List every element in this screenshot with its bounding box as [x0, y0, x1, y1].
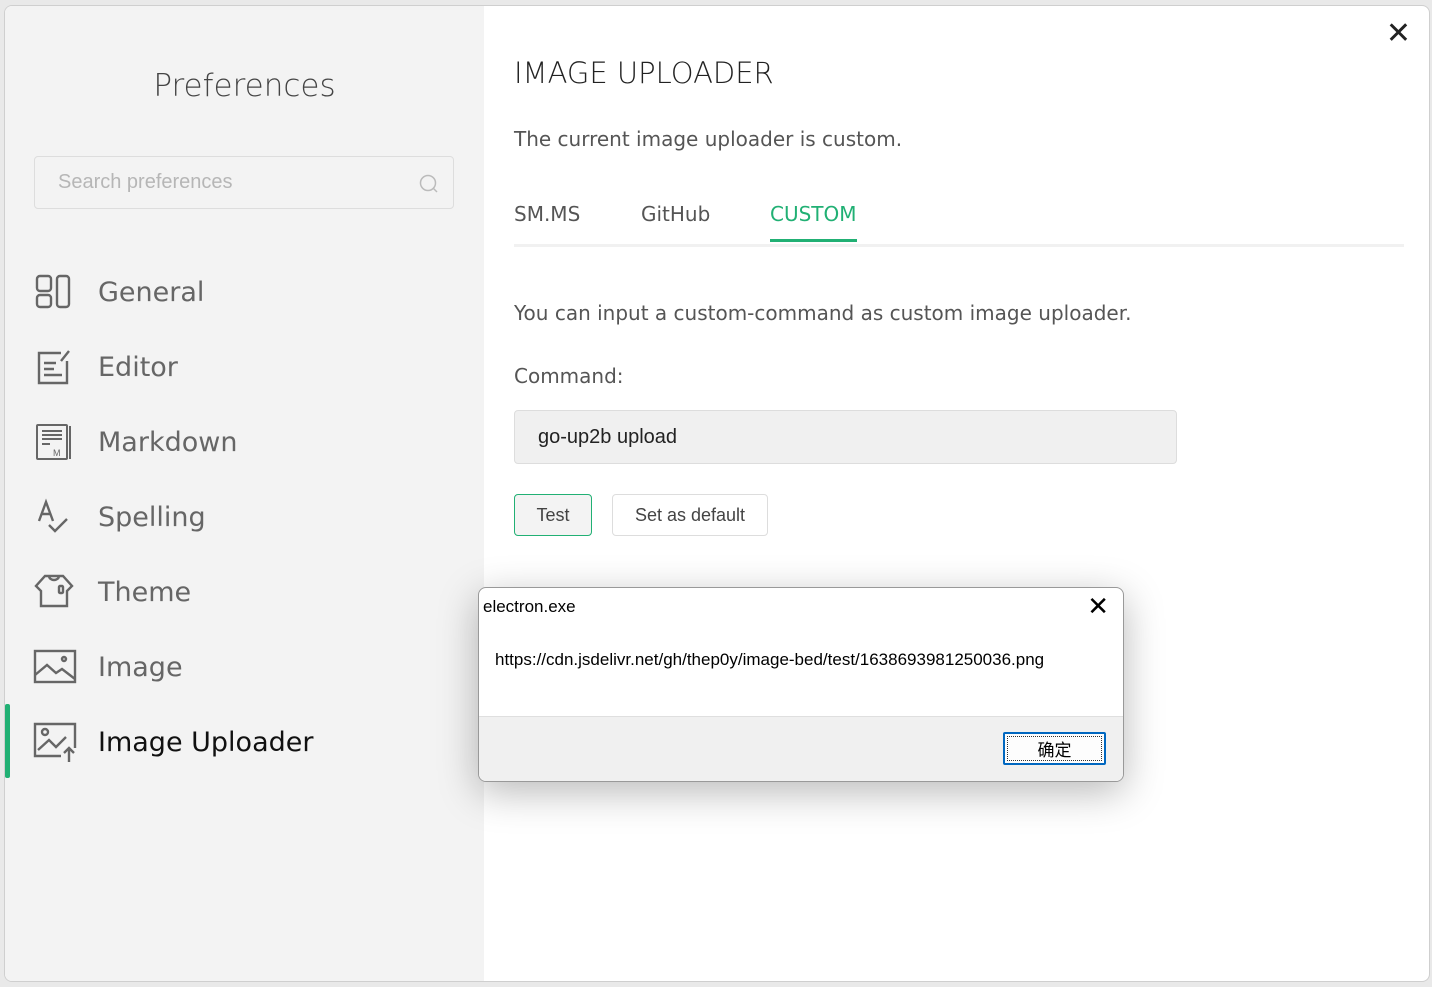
- test-button[interactable]: Test: [514, 494, 592, 536]
- sidebar: Preferences General Editor M Markdown Sp…: [5, 6, 484, 981]
- main-panel: ✕ IMAGE UPLOADER The current image uploa…: [484, 6, 1429, 981]
- search-input[interactable]: [35, 157, 395, 208]
- message-dialog: electron.exe ✕ https://cdn.jsdelivr.net/…: [478, 587, 1124, 782]
- search-icon: [419, 174, 438, 193]
- tab-smms[interactable]: SM.MS: [514, 202, 580, 239]
- current-uploader-text: The current image uploader is custom.: [514, 127, 903, 151]
- svg-text:M: M: [53, 448, 61, 458]
- page-title: IMAGE UPLOADER: [514, 56, 774, 90]
- sidebar-item-image-uploader[interactable]: Image Uploader: [5, 704, 484, 778]
- sidebar-item-general[interactable]: General: [5, 262, 484, 322]
- dialog-title: electron.exe: [483, 597, 576, 616]
- sidebar-item-label: Image Uploader: [98, 726, 314, 758]
- tab-github[interactable]: GitHub: [641, 202, 710, 239]
- sidebar-item-label: Image: [98, 651, 183, 683]
- sidebar-item-theme[interactable]: Theme: [5, 562, 484, 622]
- image-icon: [33, 649, 77, 684]
- preferences-window: Preferences General Editor M Markdown Sp…: [4, 5, 1430, 982]
- sidebar-item-label: Spelling: [98, 501, 206, 533]
- sidebar-item-markdown[interactable]: M Markdown: [5, 412, 484, 472]
- general-icon: [35, 274, 71, 309]
- sidebar-title: Preferences: [153, 68, 336, 104]
- spelling-icon: [37, 498, 68, 533]
- dialog-close-icon[interactable]: ✕: [1087, 591, 1109, 622]
- sidebar-item-spelling[interactable]: Spelling: [5, 487, 484, 547]
- sidebar-item-image[interactable]: Image: [5, 637, 484, 697]
- sidebar-item-label: Theme: [98, 576, 192, 608]
- editor-icon: [37, 350, 70, 385]
- dialog-message: https://cdn.jsdelivr.net/gh/thep0y/image…: [495, 650, 1045, 669]
- sidebar-item-label: Markdown: [98, 426, 238, 458]
- sidebar-item-label: Editor: [98, 351, 178, 383]
- markdown-icon: M: [36, 424, 71, 460]
- command-input[interactable]: [514, 410, 1177, 464]
- tab-custom[interactable]: CUSTOM: [770, 202, 857, 242]
- set-default-button[interactable]: Set as default: [612, 494, 768, 536]
- sidebar-item-label: General: [98, 276, 205, 308]
- dialog-footer: 确定: [479, 716, 1123, 781]
- close-icon[interactable]: ✕: [1386, 16, 1411, 51]
- command-label: Command:: [514, 364, 624, 388]
- theme-icon: [34, 574, 74, 608]
- ok-button[interactable]: 确定: [1003, 732, 1106, 765]
- search-box: [34, 156, 454, 209]
- uploader-tabs: SM.MS GitHub CUSTOM: [514, 202, 1404, 247]
- image-uploader-icon: [33, 722, 77, 762]
- custom-description: You can input a custom-command as custom…: [514, 301, 1132, 325]
- sidebar-item-editor[interactable]: Editor: [5, 337, 484, 397]
